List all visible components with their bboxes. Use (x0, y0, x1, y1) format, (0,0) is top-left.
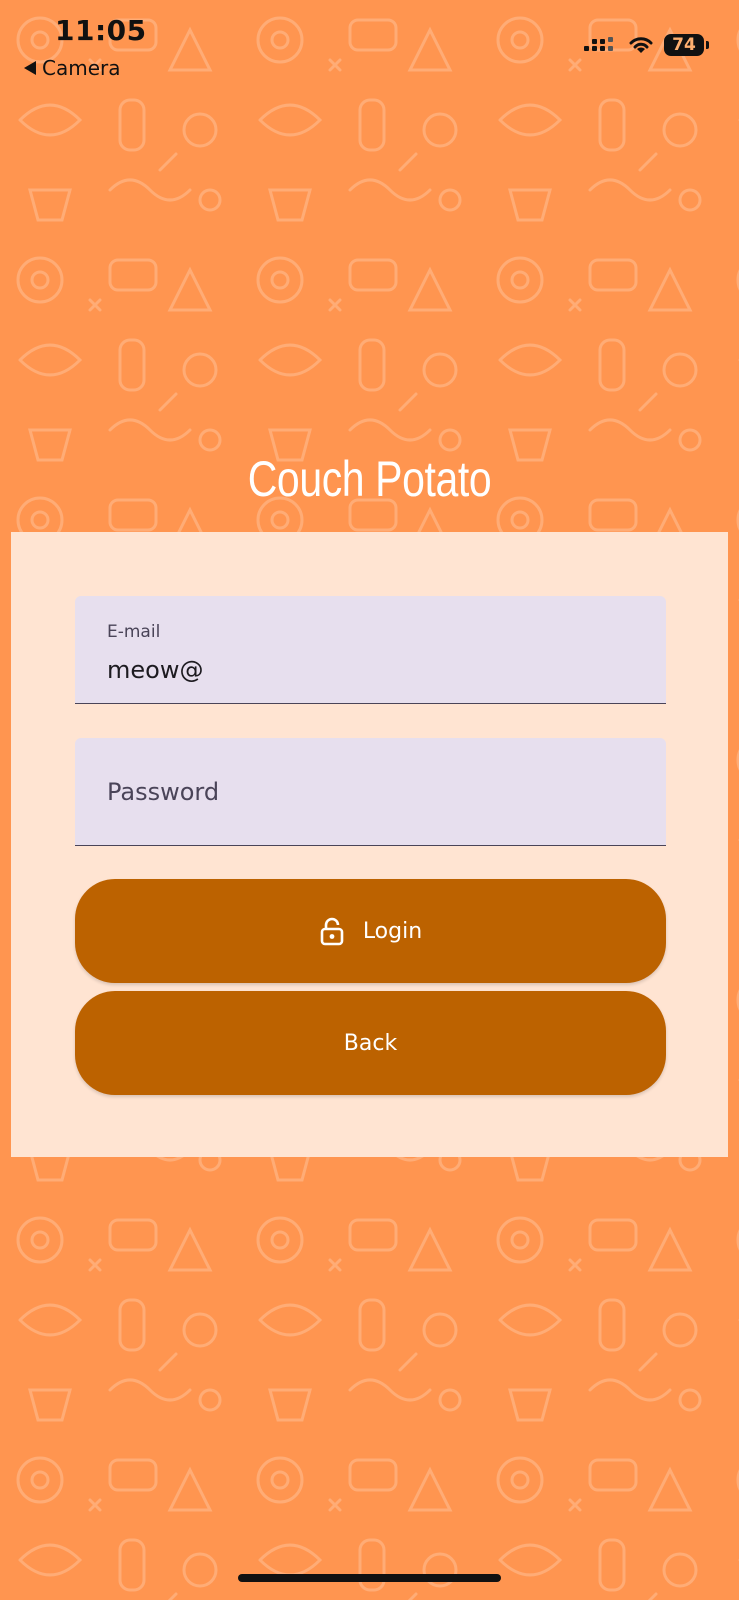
signal-icon (584, 37, 613, 51)
login-button[interactable]: Login (75, 879, 666, 983)
back-button-label: Back (343, 1030, 398, 1056)
back-to-camera-link[interactable]: Camera (24, 56, 121, 80)
wifi-icon (629, 37, 653, 53)
battery-icon: 74 (664, 34, 704, 56)
home-indicator[interactable] (238, 1574, 501, 1582)
email-value: meow@ (107, 656, 204, 684)
back-button[interactable]: Back (75, 991, 666, 1095)
app-title: Couch Potato (247, 451, 492, 507)
lock-icon (320, 917, 344, 946)
back-to-camera-label: Camera (42, 56, 121, 80)
password-field[interactable]: Password (75, 738, 666, 846)
email-field[interactable]: E-mail meow@ (75, 596, 666, 704)
battery-cap (706, 41, 709, 49)
back-triangle-icon (24, 61, 36, 75)
login-button-label: Login (362, 918, 423, 944)
password-placeholder: Password (107, 778, 220, 806)
status-indicators: 74 (584, 34, 709, 56)
email-label: E-mail (107, 622, 161, 642)
login-card: E-mail meow@ Password Login Back (11, 532, 728, 1157)
status-time: 11:05 (55, 14, 147, 47)
